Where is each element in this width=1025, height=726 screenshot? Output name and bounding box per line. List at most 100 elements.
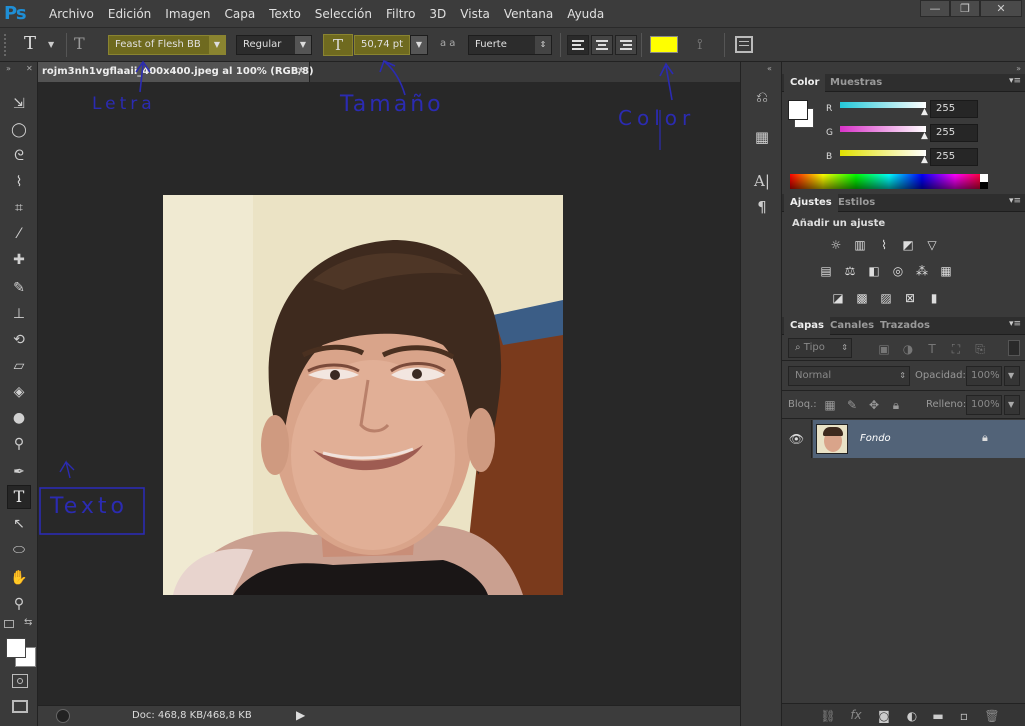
expand-dock-icon[interactable]: «: [767, 64, 772, 73]
blend-mode-select[interactable]: Normal ⇕: [788, 366, 910, 386]
adjustments-panel-tabs: Ajustes Estilos ▾≡: [782, 194, 1025, 212]
new-adjustment-layer-icon[interactable]: ◐: [904, 709, 920, 723]
filter-toggle[interactable]: [1008, 340, 1020, 356]
adjustments-heading: Añadir un ajuste: [792, 218, 886, 229]
layer-lock-icon: 🔒︎: [982, 431, 988, 444]
channel-label-g: G: [826, 128, 833, 138]
fill-input[interactable]: 100%: [966, 395, 1002, 415]
filter-shape-icon[interactable]: ⛶: [948, 342, 964, 356]
blue-value-input[interactable]: 255: [930, 148, 978, 166]
restore-button[interactable]: ❐: [950, 0, 980, 17]
visibility-eye-icon[interactable]: 👁︎: [782, 420, 812, 458]
delete-layer-icon[interactable]: 🗑︎: [984, 709, 1000, 723]
collapsed-panel-dock: « ⎌ ▦ A| ¶: [740, 62, 782, 726]
blend-mode-value: Normal: [795, 370, 832, 381]
status-expand-icon[interactable]: ▶: [296, 708, 305, 722]
filter-pixel-icon[interactable]: ▣: [876, 342, 892, 356]
annotation-color: Color: [618, 106, 696, 130]
channel-mixer-icon[interactable]: ⁂: [914, 264, 930, 278]
fill-label: Relleno:: [926, 399, 967, 410]
green-value-input[interactable]: 255: [930, 124, 978, 142]
panel-menu-icon[interactable]: ▾≡: [1009, 319, 1021, 329]
layers-footer: ⛓ fx ◙ ◐ ▬ ▫ 🗑︎: [782, 703, 1025, 726]
lock-all-icon[interactable]: 🔒︎: [888, 398, 904, 412]
link-layers-icon[interactable]: ⛓: [820, 709, 836, 723]
channel-label-b: B: [826, 152, 833, 162]
black-white-icon[interactable]: ◧: [866, 264, 882, 278]
posterize-icon[interactable]: ▩: [854, 291, 870, 305]
levels-icon[interactable]: ▥: [852, 238, 868, 252]
new-layer-icon[interactable]: ▫: [956, 709, 972, 723]
opacity-input[interactable]: 100%: [966, 366, 1002, 386]
tab-canales[interactable]: Canales: [824, 317, 880, 335]
character-panel-icon[interactable]: A|: [750, 170, 774, 192]
tab-color[interactable]: Color: [784, 74, 826, 92]
layer-name[interactable]: Fondo: [860, 433, 891, 444]
gradient-map-icon[interactable]: ▮: [926, 291, 942, 305]
color-lookup-icon[interactable]: ▦: [938, 264, 954, 278]
opacity-label: Opacidad:: [915, 370, 966, 381]
chevron-updown-icon: ⇕: [899, 371, 906, 380]
blue-slider[interactable]: [840, 150, 926, 156]
layer-row[interactable]: 👁︎ Fondo 🔒︎: [782, 420, 1025, 458]
layer-thumbnail: [816, 424, 848, 454]
brightness-contrast-icon[interactable]: ☼: [828, 238, 844, 252]
annotation-texto: Texto: [50, 494, 128, 519]
search-icon: ⌕: [795, 342, 801, 353]
color-foreground-swatch[interactable]: [788, 100, 808, 120]
panels-dock: » Color Muestras ▾≡ R ▲ 255 G ▲ 255 B ▲ …: [782, 62, 1025, 726]
lock-position-icon[interactable]: ✥: [866, 398, 882, 412]
color-spectrum-bar[interactable]: [790, 174, 988, 189]
properties-panel-icon[interactable]: ▦: [750, 126, 774, 148]
lock-pixels-icon[interactable]: ✎: [844, 398, 860, 412]
exposure-icon[interactable]: ◩: [900, 238, 916, 252]
status-menu-icon[interactable]: [56, 709, 70, 723]
chevron-updown-icon: ⇕: [841, 343, 848, 352]
slider-handle-icon[interactable]: ▲: [921, 155, 928, 165]
tab-trazados[interactable]: Trazados: [874, 317, 936, 335]
new-group-icon[interactable]: ▬: [930, 709, 946, 723]
close-window-button[interactable]: ✕: [980, 0, 1022, 17]
selective-color-icon[interactable]: ⊠: [902, 291, 918, 305]
divider: [782, 390, 1025, 391]
red-slider[interactable]: [840, 102, 926, 108]
layer-filter-select[interactable]: ⌕ Tipo ⇕: [788, 338, 852, 358]
color-panel-tabs: Color Muestras ▾≡: [782, 74, 1025, 92]
fill-dropdown-icon[interactable]: ▼: [1004, 395, 1020, 415]
divider: [782, 360, 1025, 361]
green-slider[interactable]: [840, 126, 926, 132]
slider-handle-icon[interactable]: ▲: [921, 131, 928, 141]
add-mask-icon[interactable]: ◙: [876, 709, 892, 723]
divider: [782, 418, 1025, 419]
invert-icon[interactable]: ◪: [830, 291, 846, 305]
lock-label: Bloq.:: [788, 399, 817, 410]
annotation-letra: Letra: [92, 94, 156, 114]
panel-menu-icon[interactable]: ▾≡: [1009, 196, 1021, 206]
threshold-icon[interactable]: ▨: [878, 291, 894, 305]
filter-adjustment-icon[interactable]: ◑: [900, 342, 916, 356]
status-bar: Doc: 468,8 KB/468,8 KB ▶: [38, 705, 740, 726]
filter-smart-object-icon[interactable]: ⎘: [972, 342, 988, 356]
collapse-panels-icon[interactable]: »: [1016, 64, 1021, 73]
red-value-input[interactable]: 255: [930, 100, 978, 118]
minimize-button[interactable]: —: [920, 0, 950, 17]
channel-label-r: R: [826, 104, 833, 114]
filter-type-icon[interactable]: T: [924, 342, 940, 356]
opacity-dropdown-icon[interactable]: ▼: [1004, 366, 1020, 386]
photo-filter-icon[interactable]: ◎: [890, 264, 906, 278]
tab-estilos[interactable]: Estilos: [832, 194, 881, 212]
history-panel-icon[interactable]: ⎌: [750, 86, 774, 108]
layers-panel-tabs: Capas Canales Trazados ▾≡: [782, 317, 1025, 335]
vibrance-icon[interactable]: ▽: [924, 238, 940, 252]
curves-icon[interactable]: ⌇: [876, 238, 892, 252]
layer-style-icon[interactable]: fx: [848, 708, 864, 722]
lock-transparent-icon[interactable]: ▦: [822, 398, 838, 412]
tab-muestras[interactable]: Muestras: [824, 74, 888, 92]
hue-saturation-icon[interactable]: ▤: [818, 264, 834, 278]
paragraph-panel-icon[interactable]: ¶: [750, 196, 774, 218]
color-balance-icon[interactable]: ⚖: [842, 264, 858, 278]
panel-menu-icon[interactable]: ▾≡: [1009, 76, 1021, 86]
slider-handle-icon[interactable]: ▲: [921, 107, 928, 117]
tab-ajustes[interactable]: Ajustes: [784, 194, 838, 212]
layer-filter-label: Tipo: [803, 342, 825, 353]
